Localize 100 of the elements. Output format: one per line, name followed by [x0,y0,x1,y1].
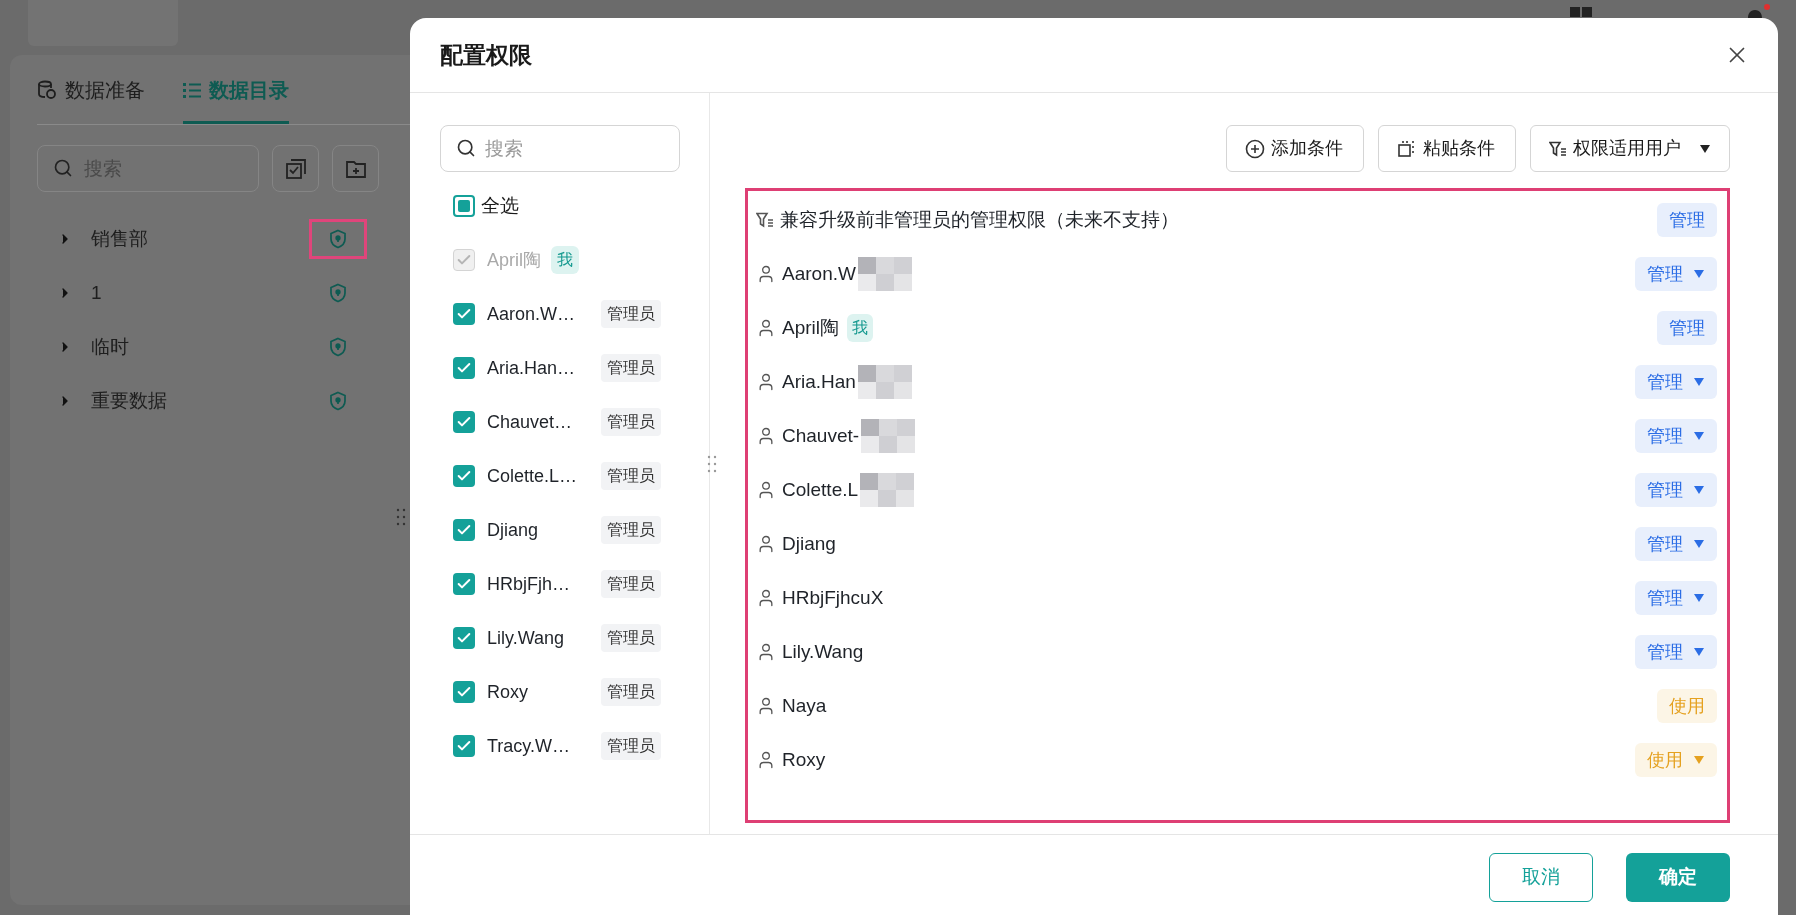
caret-icon [1693,755,1705,765]
paste-icon [1397,138,1417,159]
caret-icon [1693,377,1705,387]
checkbox[interactable] [453,411,475,433]
select-all-label[interactable]: 全选 [481,191,519,221]
member-row[interactable]: Djiang 管理员 [440,503,709,557]
new-folder-button[interactable] [332,145,379,192]
blurred-patch [860,473,915,507]
caret-icon [1693,431,1705,441]
filter-icon [756,212,774,228]
member-row[interactable]: Colette.L… 管理员 [440,449,709,503]
drag-handle-icon[interactable] [707,455,717,473]
tree-item[interactable]: 销售部 [37,212,367,266]
member-name: Aaron.W… [487,302,577,326]
folder-plus-icon [344,158,367,179]
member-name: Aria.Han… [487,356,577,380]
rule-name: Aaron.W [782,261,856,286]
member-name: Roxy [487,680,529,704]
checkbox[interactable] [453,303,475,325]
tree-item[interactable]: 临时 [37,320,367,374]
tree-item[interactable]: 1 [37,266,367,320]
caret-icon [1693,539,1705,549]
list-icon [183,82,201,98]
checkbox[interactable] [453,519,475,541]
blurred-patch [857,365,912,399]
role-tag: 管理员 [601,678,661,706]
shield-icon[interactable] [329,283,347,303]
permission-tag[interactable]: 管理 [1635,473,1717,507]
rule-name: Roxy [782,747,826,772]
rule-name: April陶 [782,315,839,340]
checkbox[interactable] [453,627,475,649]
permission-tag[interactable]: 管理 [1635,581,1717,615]
permission-tag: 管理 [1657,203,1717,237]
member-row[interactable]: Tracy.W… 管理员 [440,719,709,773]
permission-tag: 使用 [1657,689,1717,723]
dialog-title: 配置权限 [440,40,532,70]
caret-icon [1693,485,1705,495]
permission-tag[interactable]: 管理 [1635,257,1717,291]
permission-tag[interactable]: 管理 [1635,365,1717,399]
role-tag: 管理员 [601,300,661,328]
member-name: Tracy.W… [487,734,571,758]
member-row[interactable]: Lily.Wang 管理员 [440,611,709,665]
folder-name: 1 [91,280,102,305]
permission-tag[interactable]: 使用 [1635,743,1717,777]
checkbox[interactable] [453,681,475,703]
role-tag: 管理员 [601,408,661,436]
member-row[interactable]: Chauvet… 管理员 [440,395,709,449]
checkbox[interactable] [453,735,475,757]
folder-name: 重要数据 [91,388,167,413]
plus-circle-icon [1245,138,1265,159]
member-name: Colette.L… [487,464,579,488]
rule-name: Colette.L [782,477,859,502]
permission-tag[interactable]: 管理 [1635,635,1717,669]
rule-name: Lily.Wang [782,639,864,664]
rule-name: Aria.Han [782,369,856,394]
member-name: Chauvet… [487,410,574,434]
drag-handle-icon[interactable] [396,508,406,526]
tree-item[interactable]: 重要数据 [37,374,367,428]
database-icon [37,80,57,100]
permission-tag: 管理 [1657,311,1717,345]
checkbox[interactable] [453,357,475,379]
member-row[interactable]: Aria.Han… 管理员 [440,341,709,395]
batch-select-button[interactable] [272,145,319,192]
role-tag: 管理员 [601,624,661,652]
blurred-patch [857,257,912,291]
rule-name: Djiang [782,531,836,556]
role-tag: 管理员 [601,462,661,490]
member-name: HRbjFjh… [487,572,571,596]
shield-icon[interactable] [329,229,347,249]
role-tag: 管理员 [601,516,661,544]
confirm-button[interactable]: 确定 [1626,853,1730,902]
checkbox[interactable] [453,195,475,217]
member-row[interactable]: HRbjFjh… 管理员 [440,557,709,611]
caret-icon [1693,593,1705,603]
shield-icon[interactable] [329,337,347,357]
caret-icon [1693,647,1705,657]
toolbar-button[interactable]: 添加条件 [1226,125,1364,172]
filter-icon [1549,140,1567,157]
member-name: April陶 [487,248,541,272]
permission-tag[interactable]: 管理 [1635,527,1717,561]
me-tag: 我 [847,314,873,342]
shield-icon[interactable] [329,391,347,411]
tab[interactable]: 数据准备 [37,75,145,124]
toolbar-button[interactable]: 粘贴条件 [1378,125,1516,172]
permission-tag[interactable]: 管理 [1635,419,1717,453]
member-search-field[interactable]: 搜索 [440,125,680,172]
cancel-button[interactable]: 取消 [1489,853,1593,902]
toolbar-button[interactable]: 权限适用用户 [1530,125,1730,172]
blurred-patch [861,419,916,453]
checkbox-stack-icon [284,157,307,180]
me-tag: 我 [551,246,579,274]
member-row[interactable]: Roxy 管理员 [440,665,709,719]
role-tag: 管理员 [601,732,661,760]
rule-name: HRbjFjhcuX [782,585,884,610]
checkbox[interactable] [453,465,475,487]
rule-name: Naya [782,693,827,718]
role-tag: 管理员 [601,354,661,382]
member-row[interactable]: Aaron.W… 管理员 [440,287,709,341]
caret-icon [1699,143,1711,154]
checkbox[interactable] [453,573,475,595]
